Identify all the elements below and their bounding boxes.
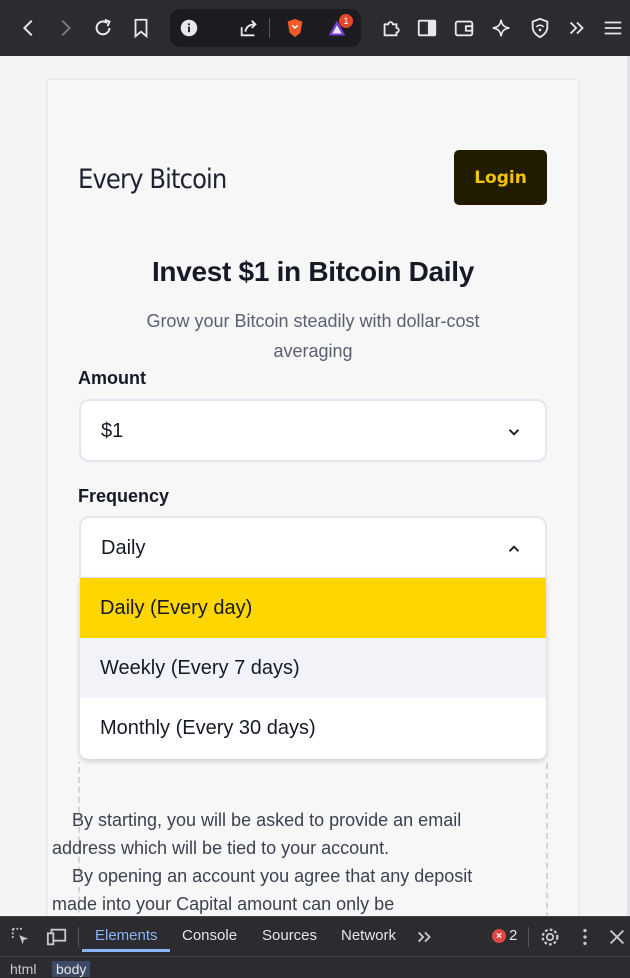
brand-logo[interactable]: Every Bitcoin [78,164,227,195]
chevron-down-icon [508,429,520,436]
notice-email-text: By starting, you will be asked to provid… [52,810,462,858]
hamburger-icon[interactable] [598,12,628,44]
double-chevron-icon[interactable] [562,12,592,44]
page-title: Invest $1 in Bitcoin Daily [151,256,475,287]
device-toggle-icon[interactable] [46,926,68,948]
browser-toolbar: 1 [0,0,630,56]
rewards-badge: 1 [339,14,353,28]
more-tabs-icon[interactable] [414,926,436,948]
frequency-dropdown: Daily (Every day) Weekly (Every 7 days) … [80,578,546,759]
inspect-icon[interactable] [10,926,32,948]
back-icon[interactable] [14,12,44,44]
vpn-shield-icon[interactable] [525,12,555,44]
breadcrumb-body[interactable]: body [52,961,91,977]
puzzle-icon[interactable] [376,12,406,44]
bookmark-icon[interactable] [126,12,156,44]
dom-breadcrumb: html body [0,956,630,978]
amount-value: $1 [101,420,124,442]
login-button[interactable]: Login [454,150,547,205]
frequency-value: Daily [101,537,146,559]
option-daily[interactable]: Daily (Every day) [80,578,546,638]
option-weekly[interactable]: Weekly (Every 7 days) [80,638,546,698]
frequency-select[interactable]: Daily [79,516,547,579]
close-icon[interactable] [606,926,628,948]
tab-network[interactable]: Network [341,927,396,944]
page-subtitle: Grow your Bitcoin steadily with dollar-c… [146,311,480,361]
settings-gear-icon[interactable] [539,926,561,948]
breadcrumb-html[interactable]: html [6,961,40,977]
kebab-menu-icon[interactable] [574,926,596,948]
devtools-divider [528,927,529,947]
chevron-up-icon [508,545,520,552]
error-count[interactable]: 2 [509,927,517,944]
devtools-bar: Elements Console Sources Network × 2 [0,916,630,956]
active-tab-indicator [82,949,170,952]
amount-select[interactable]: $1 [79,399,547,462]
frequency-label: Frequency [78,486,170,506]
info-icon[interactable] [174,12,204,44]
brave-shield-icon[interactable] [280,12,310,44]
sidebar-icon[interactable] [412,12,442,44]
tab-sources[interactable]: Sources [262,927,317,944]
option-monthly[interactable]: Monthly (Every 30 days) [80,698,546,758]
error-icon: × [492,929,506,943]
share-icon[interactable] [234,12,264,44]
devtools-divider [78,927,79,947]
wallet-icon[interactable] [449,12,479,44]
forward-icon[interactable] [50,12,80,44]
sparkle-icon[interactable] [487,12,517,44]
toolbar-divider [269,18,270,38]
tab-elements[interactable]: Elements [95,927,158,944]
notice-deposit-text: By opening an account you agree that any… [52,866,473,914]
page-viewport: Every Bitcoin Login Invest $1 in Bitcoin… [0,56,630,916]
amount-label: Amount [78,368,146,388]
signup-card: Every Bitcoin Login Invest $1 in Bitcoin… [48,80,578,916]
reload-icon[interactable] [88,12,118,44]
tab-console[interactable]: Console [182,927,237,944]
